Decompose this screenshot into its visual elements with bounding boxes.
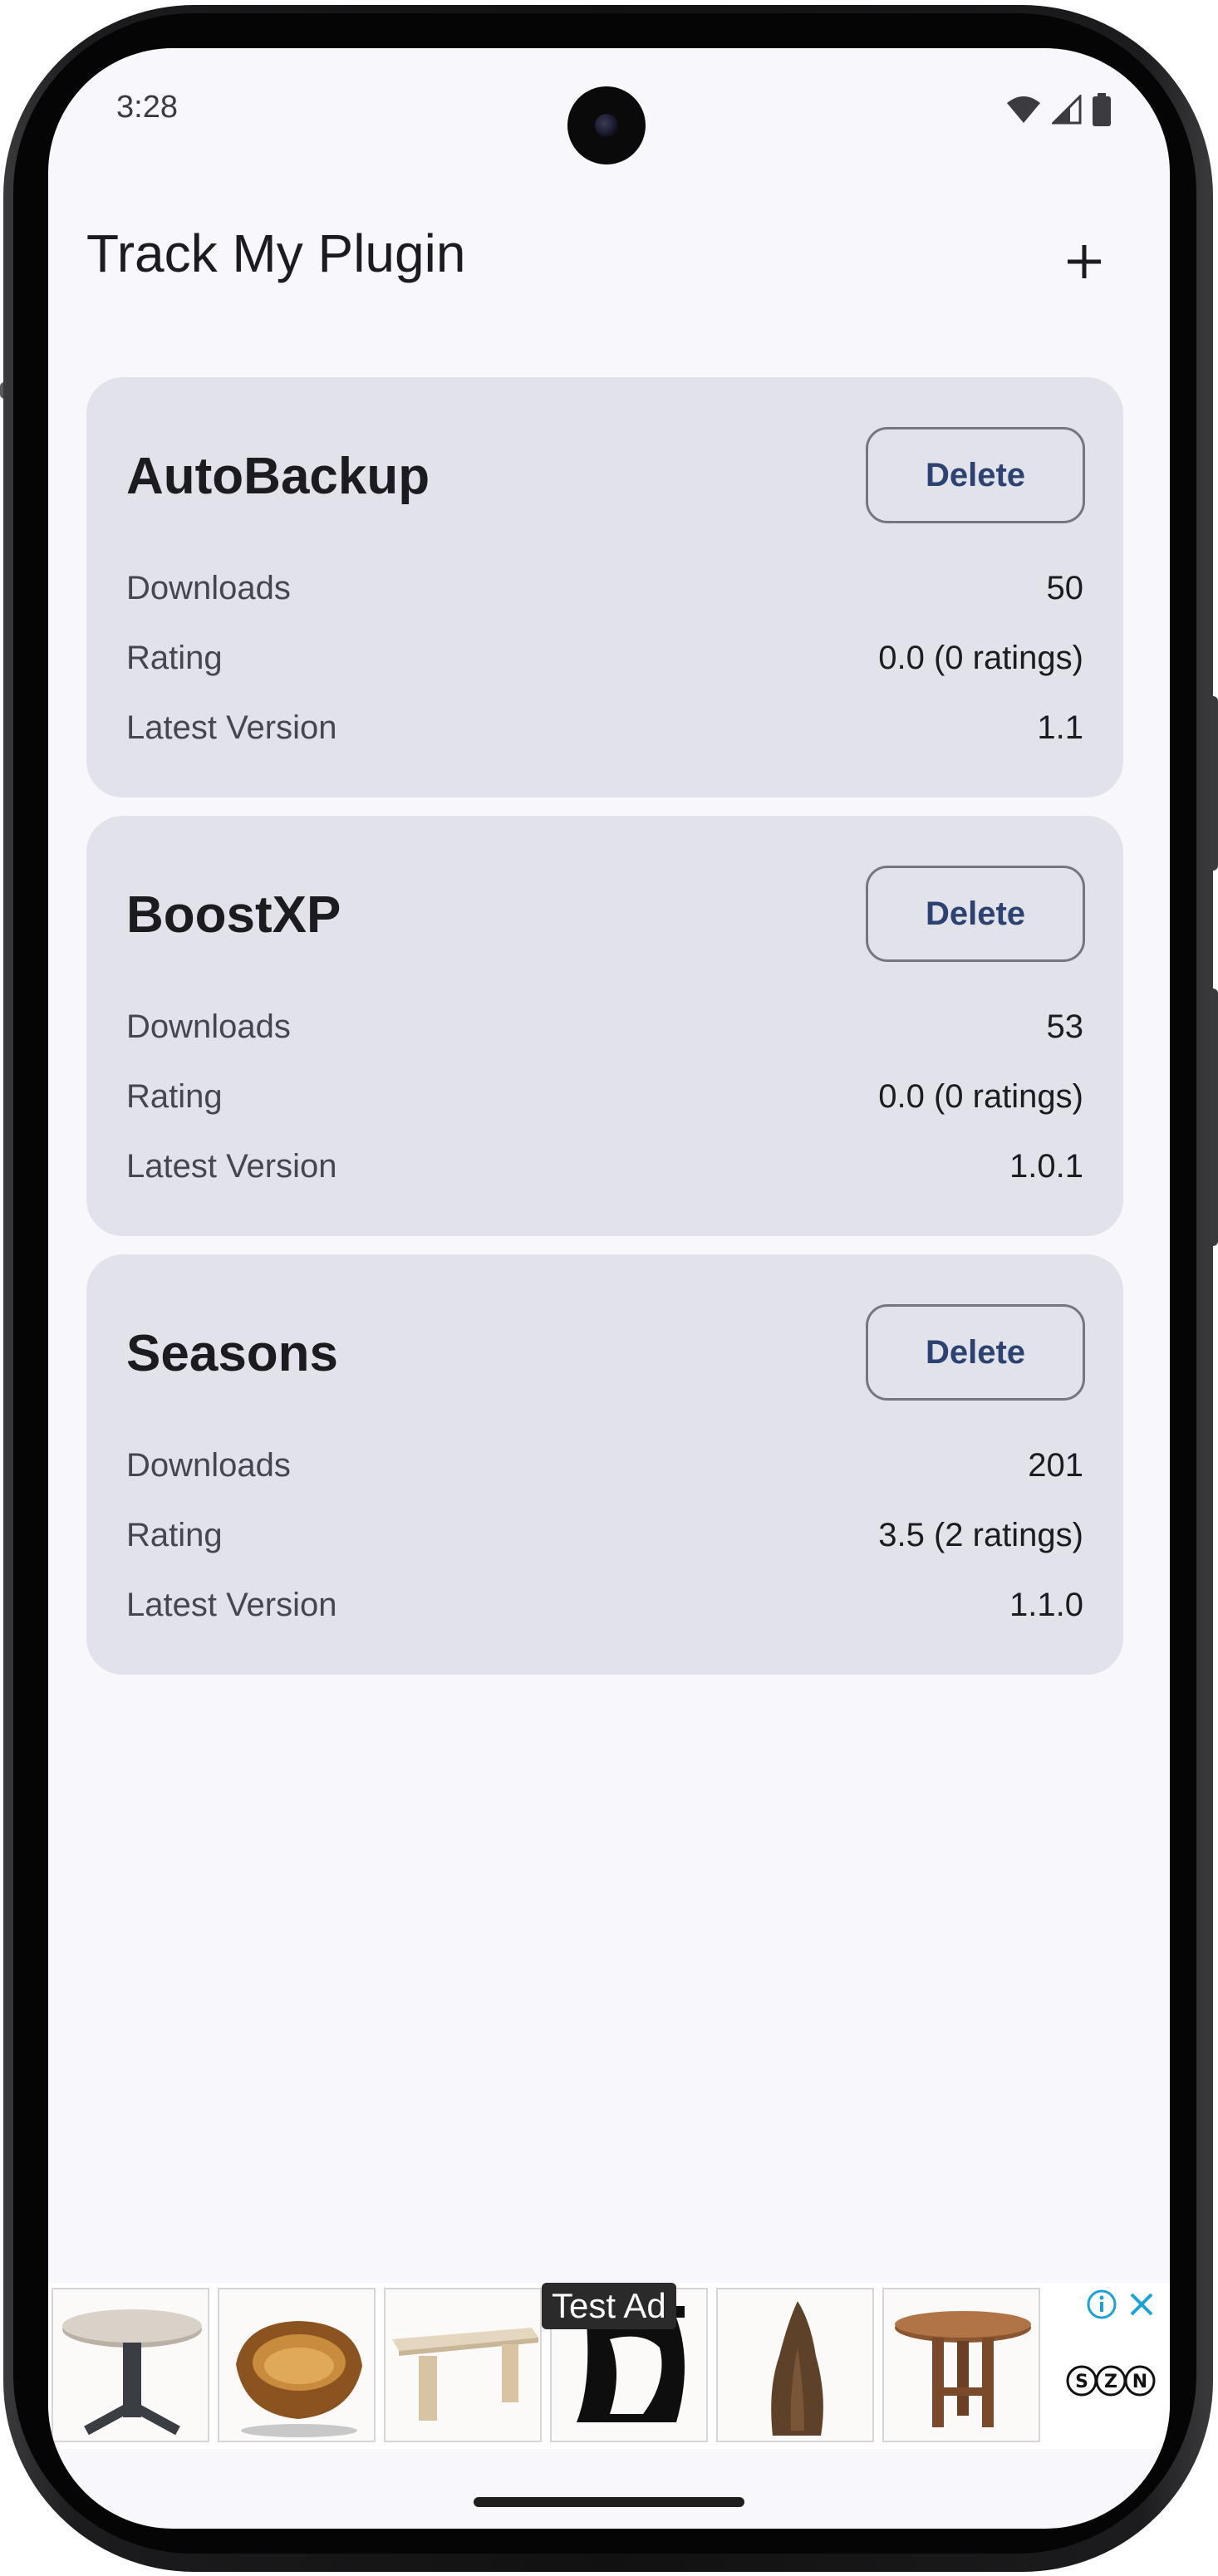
ad-label: Test Ad [542, 2283, 676, 2329]
round-table-image[interactable] [52, 2288, 209, 2442]
rating-value: 3.5 (2 ratings) [878, 1517, 1083, 1553]
delete-button[interactable]: Delete [866, 427, 1085, 523]
phone-device: 3:28 Track My Plugin AutoBackup Delete D… [0, 0, 1218, 2576]
plugin-name: AutoBackup [126, 448, 430, 505]
svg-text:N: N [1132, 2372, 1147, 2392]
downloads-label: Downloads [126, 1008, 291, 1045]
version-row: Latest Version 1.1 [126, 709, 1083, 759]
downloads-value: 50 [1046, 570, 1084, 606]
version-label: Latest Version [126, 1587, 337, 1623]
plugin-card: BoostXP Delete Downloads 53 Rating 0.0 (… [86, 816, 1123, 1236]
downloads-value: 201 [1028, 1447, 1083, 1484]
bench-table-image[interactable] [384, 2288, 542, 2442]
rating-label: Rating [126, 640, 223, 676]
version-label: Latest Version [126, 709, 337, 746]
wood-slab-image[interactable] [716, 2288, 874, 2442]
plugin-card: AutoBackup Delete Downloads 50 Rating 0.… [86, 377, 1123, 797]
home-indicator[interactable] [474, 2497, 744, 2507]
svg-text:Z: Z [1104, 2372, 1117, 2392]
ad-banner[interactable]: Test Ad S Z N [48, 2283, 1170, 2449]
version-row: Latest Version 1.0.1 [126, 1148, 1083, 1198]
downloads-row: Downloads 50 [126, 570, 1083, 620]
delete-button[interactable]: Delete [866, 1304, 1085, 1401]
rating-label: Rating [126, 1078, 223, 1115]
screen: 3:28 Track My Plugin AutoBackup Delete D… [48, 48, 1170, 2529]
version-row: Latest Version 1.1.0 [126, 1587, 1083, 1636]
rating-row: Rating 0.0 (0 ratings) [126, 640, 1083, 689]
signal-icon [1052, 95, 1082, 125]
status-time: 3:28 [116, 90, 178, 125]
rating-label: Rating [126, 1517, 223, 1553]
downloads-label: Downloads [126, 1447, 291, 1484]
delete-button[interactable]: Delete [866, 866, 1085, 962]
rating-value: 0.0 (0 ratings) [878, 640, 1083, 676]
rating-row: Rating 3.5 (2 ratings) [126, 1517, 1083, 1567]
add-plugin-button[interactable] [1055, 233, 1113, 291]
downloads-row: Downloads 201 [126, 1447, 1083, 1497]
front-camera [567, 86, 646, 164]
downloads-row: Downloads 53 [126, 1008, 1083, 1058]
brand-logo: S Z N [1066, 2365, 1156, 2397]
wooden-stool-table-image[interactable] [882, 2288, 1040, 2442]
downloads-value: 53 [1046, 1008, 1084, 1045]
battery-icon [1093, 93, 1111, 126]
wooden-sink-image[interactable] [218, 2288, 376, 2442]
status-icons [1005, 93, 1112, 126]
version-label: Latest Version [126, 1148, 337, 1185]
version-value: 1.1 [1037, 709, 1083, 746]
info-icon[interactable] [1085, 2288, 1118, 2321]
svg-text:S: S [1075, 2372, 1088, 2392]
app-title: Track My Plugin [86, 223, 466, 283]
plugin-card: Seasons Delete Downloads 201 Rating 3.5 … [86, 1254, 1123, 1675]
version-value: 1.1.0 [1009, 1587, 1083, 1623]
status-bar: 3:28 [48, 48, 1170, 164]
downloads-label: Downloads [126, 570, 291, 606]
plugin-name: BoostXP [126, 886, 341, 944]
rating-value: 0.0 (0 ratings) [878, 1078, 1083, 1115]
version-value: 1.0.1 [1009, 1148, 1083, 1185]
wifi-icon [1007, 96, 1040, 123]
rating-row: Rating 0.0 (0 ratings) [126, 1078, 1083, 1128]
plugin-name: Seasons [126, 1325, 339, 1382]
plus-icon [1068, 245, 1101, 278]
close-icon[interactable] [1125, 2288, 1158, 2321]
